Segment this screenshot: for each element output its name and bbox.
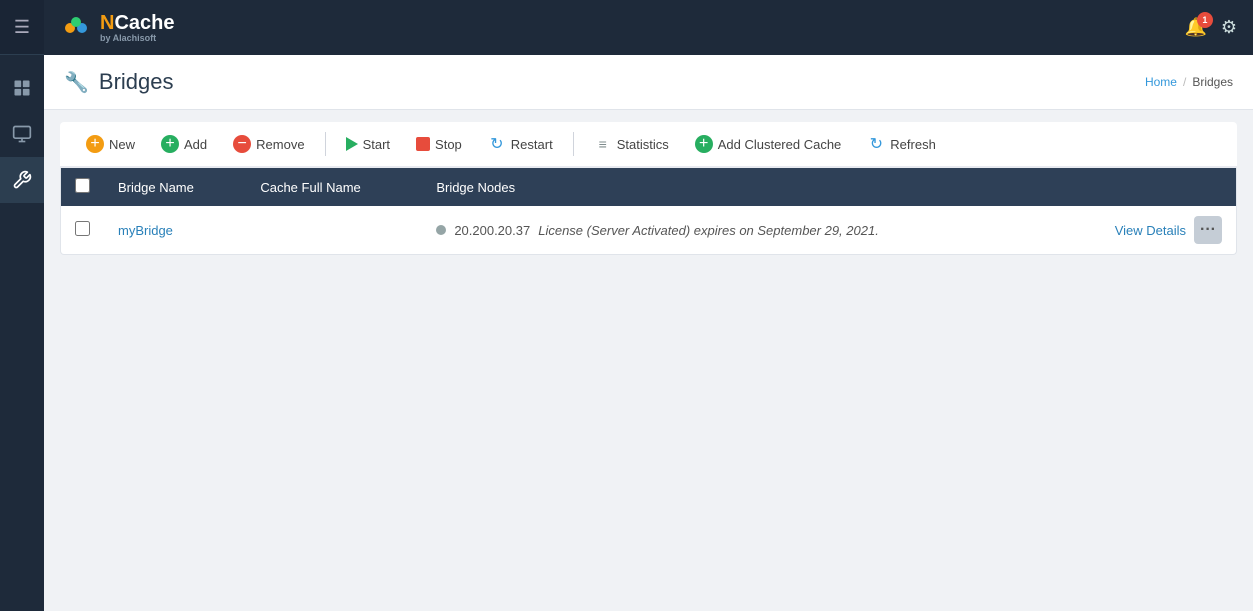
- breadcrumb: Home / Bridges: [1145, 75, 1233, 89]
- new-icon: +: [86, 135, 104, 153]
- row-bridge-name-cell: myBridge: [104, 206, 246, 254]
- statistics-label: Statistics: [617, 137, 669, 152]
- statistics-icon: ≡: [594, 135, 612, 153]
- add-button[interactable]: + Add: [151, 130, 217, 158]
- row-checkbox-cell: [61, 206, 104, 254]
- bridge-license: License (Server Activated) expires on Se…: [538, 223, 879, 238]
- sidebar-logo-area: ☰: [0, 0, 44, 55]
- topbar-actions: 🔔 1 ⚙: [1184, 17, 1237, 38]
- col-cache-full-name: Cache Full Name: [246, 168, 422, 206]
- add-icon: +: [161, 135, 179, 153]
- sidebar-item-monitor[interactable]: [0, 111, 44, 157]
- bridges-table-body: myBridge 20.200.20.37 License (Server Ac…: [61, 206, 1236, 254]
- sidebar-nav: [0, 55, 44, 203]
- notification-badge: 1: [1197, 12, 1213, 28]
- row-cache-full-name-cell: [246, 206, 422, 254]
- col-checkbox: [61, 168, 104, 206]
- sidebar-item-tools[interactable]: [0, 157, 44, 203]
- breadcrumb-home[interactable]: Home: [1145, 75, 1177, 89]
- refresh-icon: ↻: [867, 135, 885, 153]
- restart-label: Restart: [511, 137, 553, 152]
- bridge-ip: 20.200.20.37: [454, 223, 530, 238]
- ncache-logo-icon: [60, 12, 92, 44]
- tools-icon: [12, 170, 32, 190]
- dashboard-icon: [12, 78, 32, 98]
- app-logo: NCache by Alachisoft: [60, 12, 174, 44]
- remove-icon: −: [233, 135, 251, 153]
- restart-icon: ↻: [488, 135, 506, 153]
- add-label: Add: [184, 137, 207, 152]
- more-options-button[interactable]: ···: [1194, 216, 1222, 244]
- table-header-row: Bridge Name Cache Full Name Bridge Nodes: [61, 168, 1236, 206]
- content-area: 🔧 Bridges Home / Bridges + New + Add − R…: [44, 55, 1253, 611]
- stop-button[interactable]: Stop: [406, 132, 472, 157]
- page-header-icon: 🔧: [64, 70, 89, 95]
- topbar: NCache by Alachisoft 🔔 1 ⚙: [44, 0, 1253, 55]
- restart-button[interactable]: ↻ Restart: [478, 130, 563, 158]
- new-button[interactable]: + New: [76, 130, 145, 158]
- main-area: NCache by Alachisoft 🔔 1 ⚙ 🔧 Bridges Hom…: [44, 0, 1253, 611]
- start-label: Start: [363, 137, 390, 152]
- sidebar: ☰: [0, 0, 44, 611]
- statistics-button[interactable]: ≡ Statistics: [584, 130, 679, 158]
- breadcrumb-current: Bridges: [1192, 75, 1233, 89]
- toolbar-separator-1: [325, 132, 326, 156]
- page-header: 🔧 Bridges Home / Bridges: [44, 55, 1253, 110]
- remove-button[interactable]: − Remove: [223, 130, 314, 158]
- stop-icon: [416, 137, 430, 151]
- new-label: New: [109, 137, 135, 152]
- monitor-icon: [12, 124, 32, 144]
- row-checkbox[interactable]: [75, 221, 90, 236]
- stop-label: Stop: [435, 137, 462, 152]
- remove-label: Remove: [256, 137, 304, 152]
- view-details-link[interactable]: View Details: [1115, 223, 1186, 238]
- app-name: NCache by Alachisoft: [100, 12, 174, 43]
- refresh-label: Refresh: [890, 137, 936, 152]
- table-row: myBridge 20.200.20.37 License (Server Ac…: [61, 206, 1236, 254]
- page-title: Bridges: [99, 69, 174, 95]
- row-bridge-nodes-cell: 20.200.20.37 License (Server Activated) …: [422, 206, 1236, 254]
- page-title-group: 🔧 Bridges: [64, 69, 174, 95]
- start-button[interactable]: Start: [336, 132, 400, 157]
- toolbar-separator-2: [573, 132, 574, 156]
- notifications-button[interactable]: 🔔 1: [1184, 17, 1206, 38]
- add-clustered-cache-button[interactable]: + Add Clustered Cache: [685, 130, 852, 158]
- add-clustered-label: Add Clustered Cache: [718, 137, 842, 152]
- col-bridge-nodes: Bridge Nodes: [422, 168, 1236, 206]
- bridges-table: Bridge Name Cache Full Name Bridge Nodes…: [61, 168, 1236, 254]
- app-subtitle: by Alachisoft: [100, 33, 174, 43]
- col-bridge-name: Bridge Name: [104, 168, 246, 206]
- refresh-button[interactable]: ↻ Refresh: [857, 130, 946, 158]
- bridge-name-link[interactable]: myBridge: [118, 223, 173, 238]
- select-all-checkbox[interactable]: [75, 178, 90, 193]
- sidebar-item-dashboard[interactable]: [0, 65, 44, 111]
- toolbar: + New + Add − Remove Start Stop: [60, 122, 1237, 168]
- hamburger-icon[interactable]: ☰: [14, 17, 30, 38]
- settings-button[interactable]: ⚙: [1221, 17, 1237, 38]
- bridges-table-container: Bridge Name Cache Full Name Bridge Nodes…: [60, 168, 1237, 255]
- status-dot: [436, 225, 446, 235]
- breadcrumb-separator: /: [1183, 75, 1186, 89]
- add-clustered-icon: +: [695, 135, 713, 153]
- start-icon: [346, 137, 358, 151]
